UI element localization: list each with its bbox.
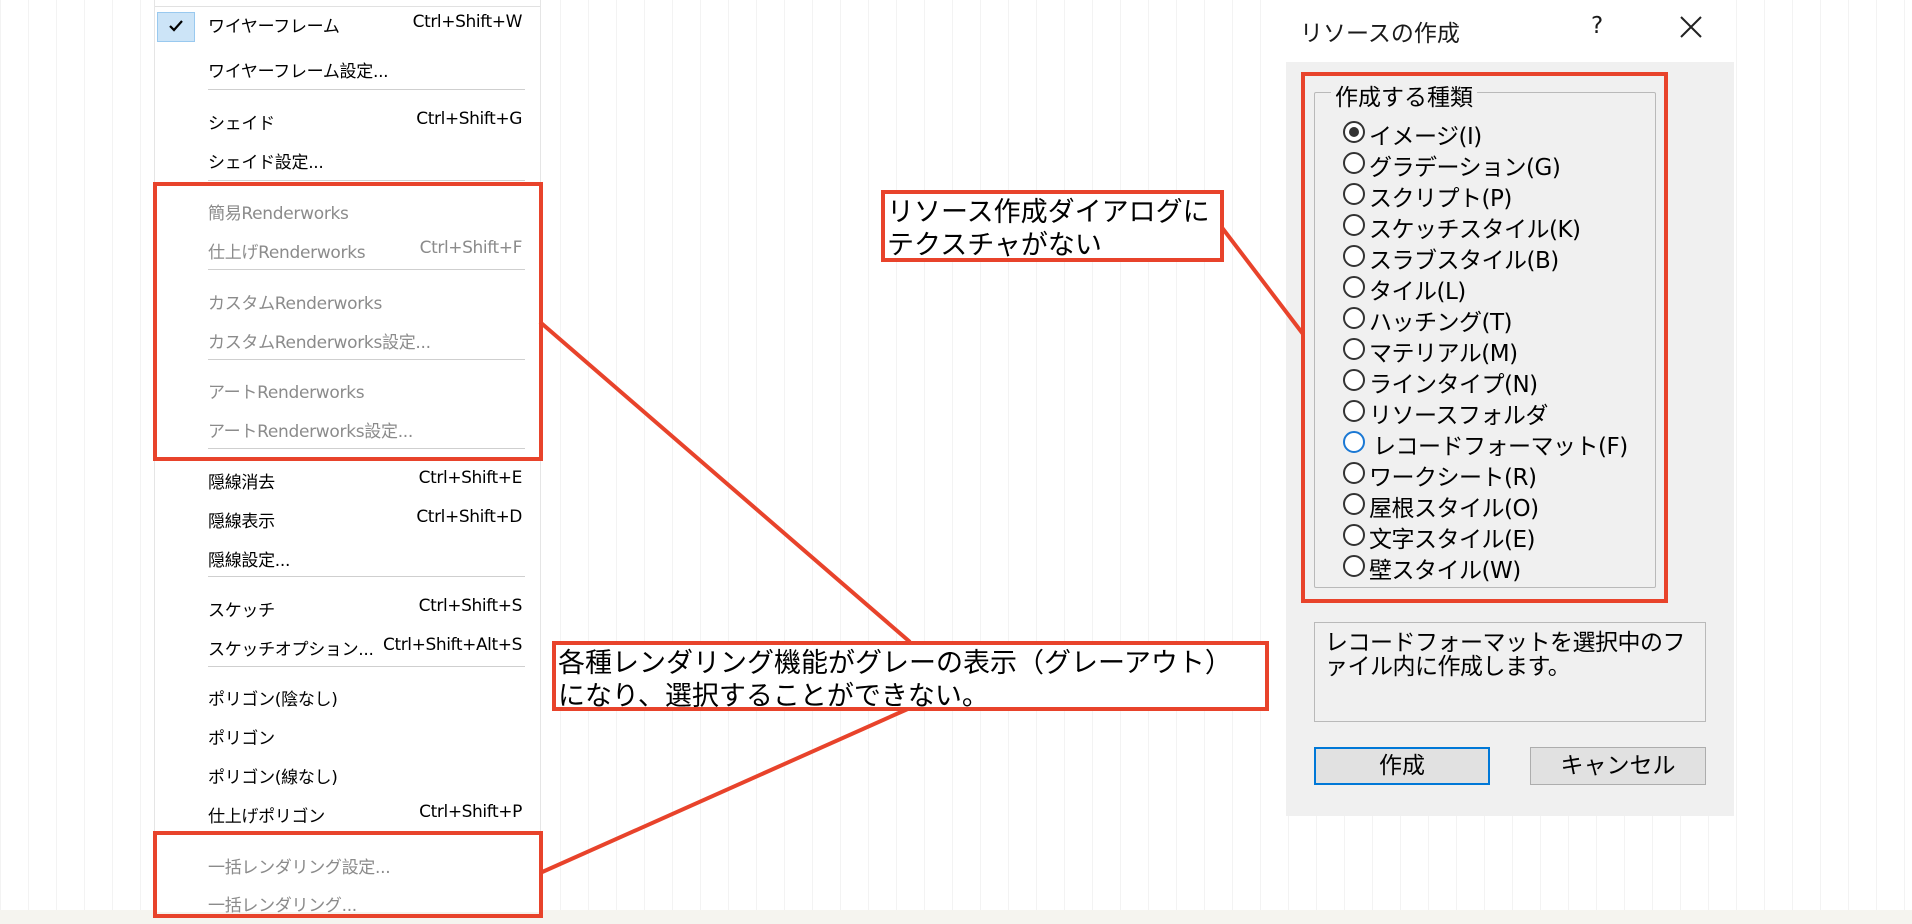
connector-line <box>1218 223 1305 336</box>
connector-line <box>538 320 912 644</box>
disabled-renderworks-highlight <box>153 182 543 461</box>
resource-type-highlight <box>1301 72 1668 603</box>
dialog-annotation: リソース作成ダイアログに テクスチャがない <box>881 190 1224 262</box>
connector-line <box>539 706 911 875</box>
menu-annotation: 各種レンダリング機能がグレーの表示（グレーアウト） になり、選択することができな… <box>552 641 1269 712</box>
disabled-batch-render-highlight <box>153 831 543 918</box>
